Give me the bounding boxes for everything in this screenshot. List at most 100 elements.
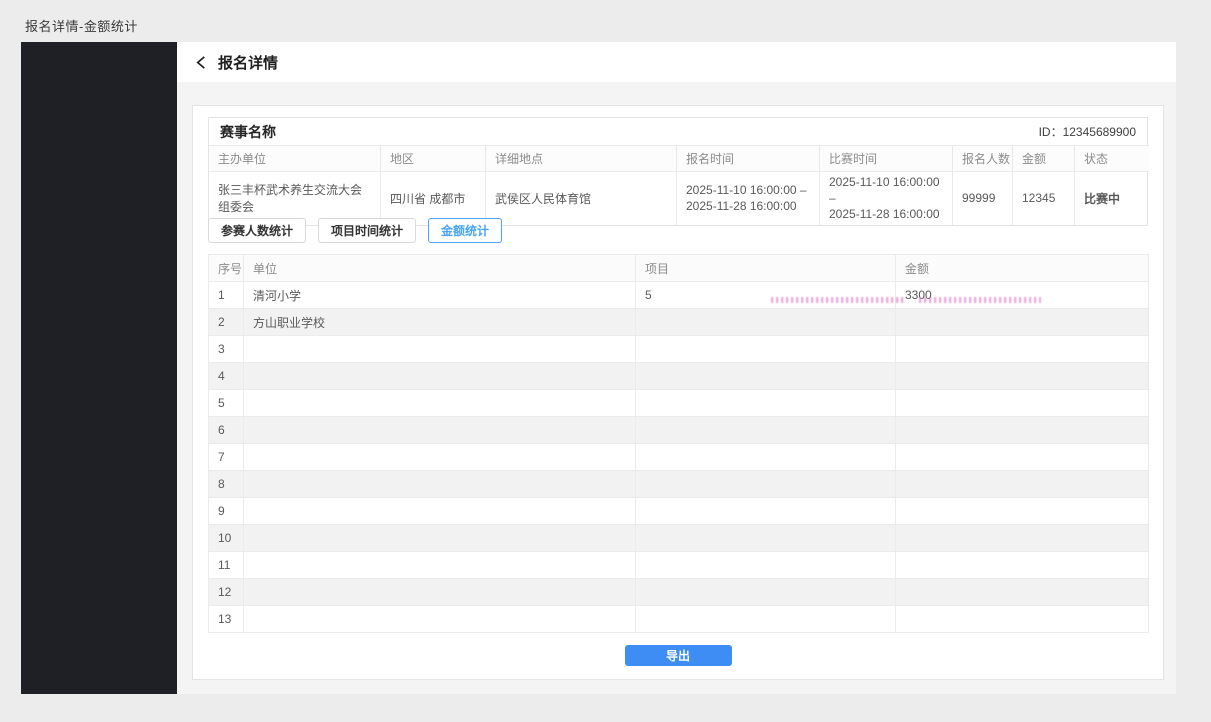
cell-project xyxy=(636,471,896,498)
col-status: 状态 xyxy=(1074,145,1149,171)
stat-tabs: 参赛人数统计项目时间统计金额统计 xyxy=(208,218,502,243)
col-signup-count: 报名人数 xyxy=(952,145,1012,171)
cell-unit xyxy=(244,552,636,579)
app-mockup: 报名详情 赛事名称 ID：12345689900 xyxy=(21,42,1176,694)
cell-money xyxy=(896,579,1149,606)
cell-money xyxy=(896,363,1149,390)
tab-project-time-stats[interactable]: 项目时间统计 xyxy=(318,218,416,243)
col-project: 项目 xyxy=(636,255,896,282)
cell-unit xyxy=(244,579,636,606)
cell-money xyxy=(896,498,1149,525)
cell-money xyxy=(896,444,1149,471)
col-match-time: 比赛时间 xyxy=(819,145,952,171)
cell-project xyxy=(636,390,896,417)
cell-index: 5 xyxy=(209,390,244,417)
event-caption-row: 赛事名称 ID：12345689900 xyxy=(209,118,1147,145)
table-row: 10 xyxy=(209,525,1149,552)
cell-money xyxy=(896,309,1149,336)
event-id: ID：12345689900 xyxy=(1039,123,1136,140)
table-row: 13 xyxy=(209,606,1149,633)
chevron-left-icon xyxy=(194,55,209,70)
stats-table-body: 1清河小学533002方山职业学校345678910111213 xyxy=(209,282,1149,633)
cell-unit xyxy=(244,444,636,471)
status-badge: 比赛中 xyxy=(1074,171,1149,225)
table-row: 2方山职业学校 xyxy=(209,309,1149,336)
table-row: 11 xyxy=(209,552,1149,579)
table-row: 9 xyxy=(209,498,1149,525)
cell-unit: 方山职业学校 xyxy=(244,309,636,336)
table-row: 4 xyxy=(209,363,1149,390)
tab-participant-stats[interactable]: 参赛人数统计 xyxy=(208,218,306,243)
event-id-label: ID： xyxy=(1039,125,1063,139)
cell-project xyxy=(636,552,896,579)
col-region: 地区 xyxy=(380,145,485,171)
cell-match-time: 2025-11-10 16:00:00 – 2025-11-28 16:00:0… xyxy=(819,171,952,225)
table-row: 8 xyxy=(209,471,1149,498)
event-name-heading: 赛事名称 xyxy=(220,122,276,142)
cell-project xyxy=(636,417,896,444)
col-money: 金额 xyxy=(896,255,1149,282)
cell-index: 3 xyxy=(209,336,244,363)
sidebar xyxy=(21,42,177,694)
cell-index: 10 xyxy=(209,525,244,552)
cell-index: 8 xyxy=(209,471,244,498)
cell-money xyxy=(896,552,1149,579)
cell-signup-count: 99999 xyxy=(952,171,1012,225)
event-info-section: 赛事名称 ID：12345689900 主办单位 地区 详细地点 xyxy=(208,117,1148,226)
event-info-table: 主办单位 地区 详细地点 报名时间 比赛时间 报名人数 金额 状态 xyxy=(209,145,1149,225)
cell-unit xyxy=(244,390,636,417)
cell-money xyxy=(896,471,1149,498)
event-detail-card: 赛事名称 ID：12345689900 主办单位 地区 详细地点 xyxy=(192,105,1164,680)
cell-money xyxy=(896,606,1149,633)
cell-organizer: 张三丰杯武术养生交流大会组委会 xyxy=(209,171,380,225)
stats-header-row: 序号 单位 项目 金额 xyxy=(209,255,1149,282)
cell-unit xyxy=(244,525,636,552)
export-row: 导出 xyxy=(193,645,1163,666)
cell-project xyxy=(636,363,896,390)
table-row: 5 xyxy=(209,390,1149,417)
col-organizer: 主办单位 xyxy=(209,145,380,171)
detail-title: 报名详情 xyxy=(218,52,278,73)
cell-project xyxy=(636,336,896,363)
amount-stats-table: 序号 单位 项目 金额 1清河小学533002方山职业学校34567891011… xyxy=(208,254,1149,633)
event-header-row: 主办单位 地区 详细地点 报名时间 比赛时间 报名人数 金额 状态 xyxy=(209,145,1149,171)
page-title: 报名详情-金额统计 xyxy=(25,16,138,35)
cell-money xyxy=(896,525,1149,552)
table-row: 12 xyxy=(209,579,1149,606)
col-unit: 单位 xyxy=(244,255,636,282)
cell-index: 11 xyxy=(209,552,244,579)
table-row: 7 xyxy=(209,444,1149,471)
cell-money xyxy=(896,417,1149,444)
tab-amount-stats[interactable]: 金额统计 xyxy=(428,218,502,243)
col-amount: 金额 xyxy=(1012,145,1074,171)
table-row: 3 xyxy=(209,336,1149,363)
cell-signup-time: 2025-11-10 16:00:00 – 2025-11-28 16:00:0… xyxy=(676,171,819,225)
col-index: 序号 xyxy=(209,255,244,282)
cell-unit xyxy=(244,471,636,498)
event-data-row: 张三丰杯武术养生交流大会组委会 四川省 成都市 武侯区人民体育馆 2025-11… xyxy=(209,171,1149,225)
cell-money xyxy=(896,390,1149,417)
cell-money: 3300 xyxy=(896,282,1149,309)
detail-header: 报名详情 xyxy=(177,42,1176,82)
cell-index: 9 xyxy=(209,498,244,525)
cell-project xyxy=(636,606,896,633)
cell-amount: 12345 xyxy=(1012,171,1074,225)
cell-project xyxy=(636,498,896,525)
event-id-value: 12345689900 xyxy=(1063,125,1136,139)
cell-index: 13 xyxy=(209,606,244,633)
cell-index: 1 xyxy=(209,282,244,309)
cell-project xyxy=(636,525,896,552)
cell-unit xyxy=(244,336,636,363)
cell-region: 四川省 成都市 xyxy=(380,171,485,225)
export-button[interactable]: 导出 xyxy=(625,645,732,666)
cell-unit xyxy=(244,606,636,633)
design-canvas: 报名详情-金额统计 报名详情 赛事名称 ID：12345689900 xyxy=(0,0,1211,722)
cell-project xyxy=(636,309,896,336)
col-venue: 详细地点 xyxy=(485,145,676,171)
cell-unit xyxy=(244,498,636,525)
main-area: 报名详情 赛事名称 ID：12345689900 xyxy=(177,42,1176,694)
cell-index: 2 xyxy=(209,309,244,336)
table-row: 1清河小学53300 xyxy=(209,282,1149,309)
back-button[interactable] xyxy=(194,55,209,70)
cell-unit xyxy=(244,417,636,444)
